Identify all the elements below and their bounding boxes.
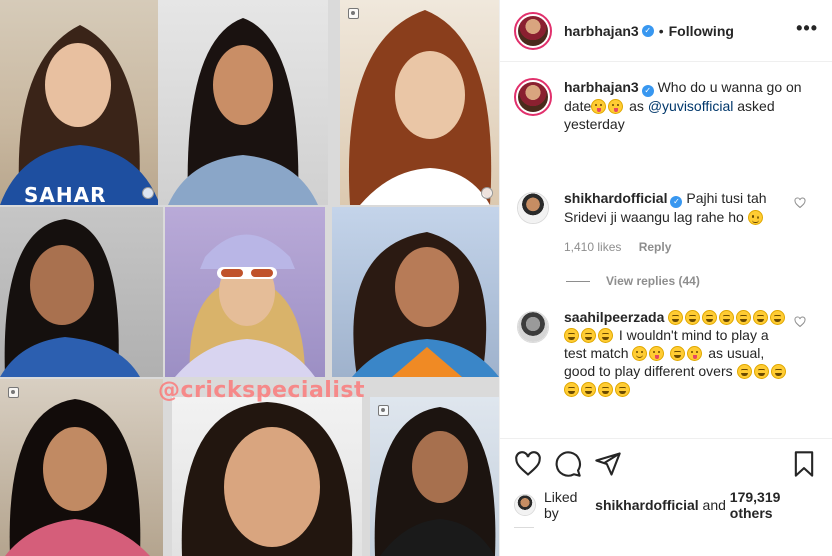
reply-button[interactable]: Reply: [639, 240, 672, 254]
photo-tile-4: [0, 207, 163, 377]
post-header: harbhajan3 ✓ • Following •••: [500, 0, 832, 62]
liked-by-and: and: [702, 497, 726, 513]
replies-divider: [566, 280, 590, 282]
laughing-emoji-icon: [753, 364, 769, 379]
caption-mention-link[interactable]: @yuvisofficial: [648, 98, 734, 114]
liked-by-row: Liked by shikhardofficial and 179,319 ot…: [514, 489, 818, 521]
laughing-emoji-icon: [753, 310, 769, 325]
comment-item: shikhardofficial ✓ Pajhi tusi tah Sridevi…: [514, 189, 818, 256]
comment-meta: 1,410 likes Reply: [564, 238, 792, 256]
action-bar: [514, 439, 818, 489]
divider: [514, 527, 534, 528]
photo-tile-9: [370, 397, 499, 556]
commenter-avatar[interactable]: [517, 311, 549, 343]
view-replies-label: View replies (44): [606, 274, 700, 288]
camera-icon: [378, 405, 389, 416]
liked-by-prefix: Liked by: [544, 489, 578, 521]
laughing-emoji-icon: [702, 310, 718, 325]
comment-item: saahilpeerzada I wouldn't mind to play a…: [514, 308, 818, 398]
photo-tile-6: [332, 207, 499, 377]
laughing-emoji-icon: [736, 364, 752, 379]
caption-text-asked: asked: [737, 98, 775, 114]
laughing-emoji-icon: [770, 364, 786, 379]
laughing-emoji-icon: [581, 382, 596, 397]
tongue-emoji-icon: [687, 346, 703, 361]
comment-like-heart-icon[interactable]: [794, 316, 806, 328]
comment-icon[interactable]: [554, 450, 582, 478]
verified-badge-icon: ✓: [641, 24, 654, 37]
commenter-username[interactable]: shikhardofficial: [564, 190, 667, 206]
more-options-icon[interactable]: •••: [796, 19, 818, 39]
photo-tile-8: [172, 397, 362, 556]
post-image-collage[interactable]: SAHAR @crickspecialist: [0, 0, 499, 556]
caption-username[interactable]: harbhajan3: [564, 79, 639, 95]
separator-dot: •: [658, 22, 664, 39]
photo-tile-1: SAHAR: [0, 0, 160, 205]
winking-tongue-emoji-icon: [591, 99, 607, 114]
post-details-panel: harbhajan3 ✓ • Following ••• harbhajan3 ✓…: [499, 0, 832, 556]
photo-tile-5: [165, 207, 325, 377]
heart-icon[interactable]: [514, 450, 542, 478]
smile-emoji-icon: [632, 346, 648, 361]
laughing-emoji-icon: [668, 310, 684, 325]
laughing-emoji-icon: [598, 328, 613, 343]
laughing-emoji-icon: [615, 382, 630, 397]
following-button[interactable]: Following: [669, 23, 734, 39]
view-replies-button[interactable]: View replies (44): [566, 274, 818, 288]
liked-by-count[interactable]: 179,319 others: [730, 489, 818, 521]
share-icon[interactable]: [594, 450, 622, 478]
wink-emoji-icon: [747, 210, 763, 225]
caption-text-as: as: [629, 98, 644, 114]
commenter-avatar[interactable]: [517, 192, 549, 224]
camera-icon: [8, 387, 19, 398]
laughing-emoji-icon: [564, 382, 579, 397]
comment-likes-count[interactable]: 1,410 likes: [564, 240, 621, 254]
post-caption: harbhajan3 ✓ Who do u wanna go on date as…: [514, 78, 818, 133]
watermark: @crickspecialist: [158, 378, 365, 403]
laughing-emoji-icon: [581, 328, 596, 343]
laughing-emoji-icon: [685, 310, 701, 325]
jersey-text: SAHAR: [24, 183, 107, 205]
laughing-emoji-icon: [598, 382, 613, 397]
expand-icon: [481, 187, 493, 199]
laughing-emoji-icon: [719, 310, 735, 325]
expand-icon: [142, 187, 154, 199]
camera-icon: [348, 8, 359, 19]
tongue-emoji-icon: [649, 346, 665, 361]
verified-badge-icon: ✓: [670, 196, 683, 208]
liked-by-user[interactable]: shikhardofficial: [595, 497, 698, 513]
caption-time: yesterday: [564, 116, 625, 132]
laughing-emoji-icon: [670, 346, 686, 361]
verified-badge-icon: ✓: [641, 85, 654, 97]
save-icon[interactable]: [790, 450, 818, 478]
tongue-emoji-icon: [608, 99, 624, 114]
photo-tile-2: [158, 0, 328, 205]
photo-tile-3: [340, 0, 499, 205]
caption-author-avatar[interactable]: [514, 78, 552, 116]
comments-section: harbhajan3 ✓ Who do u wanna go on date as…: [500, 78, 832, 398]
commenter-username[interactable]: saahilpeerzada: [564, 309, 664, 325]
post-actions: Liked by shikhardofficial and 179,319 ot…: [500, 438, 832, 556]
author-username[interactable]: harbhajan3: [564, 23, 639, 39]
photo-tile-7: [0, 379, 163, 556]
comment-like-heart-icon[interactable]: [794, 197, 806, 209]
laughing-emoji-icon: [736, 310, 752, 325]
laughing-emoji-icon: [770, 310, 786, 325]
author-avatar[interactable]: [514, 11, 552, 50]
laughing-emoji-icon: [564, 328, 579, 343]
liked-by-avatar[interactable]: [514, 494, 536, 516]
